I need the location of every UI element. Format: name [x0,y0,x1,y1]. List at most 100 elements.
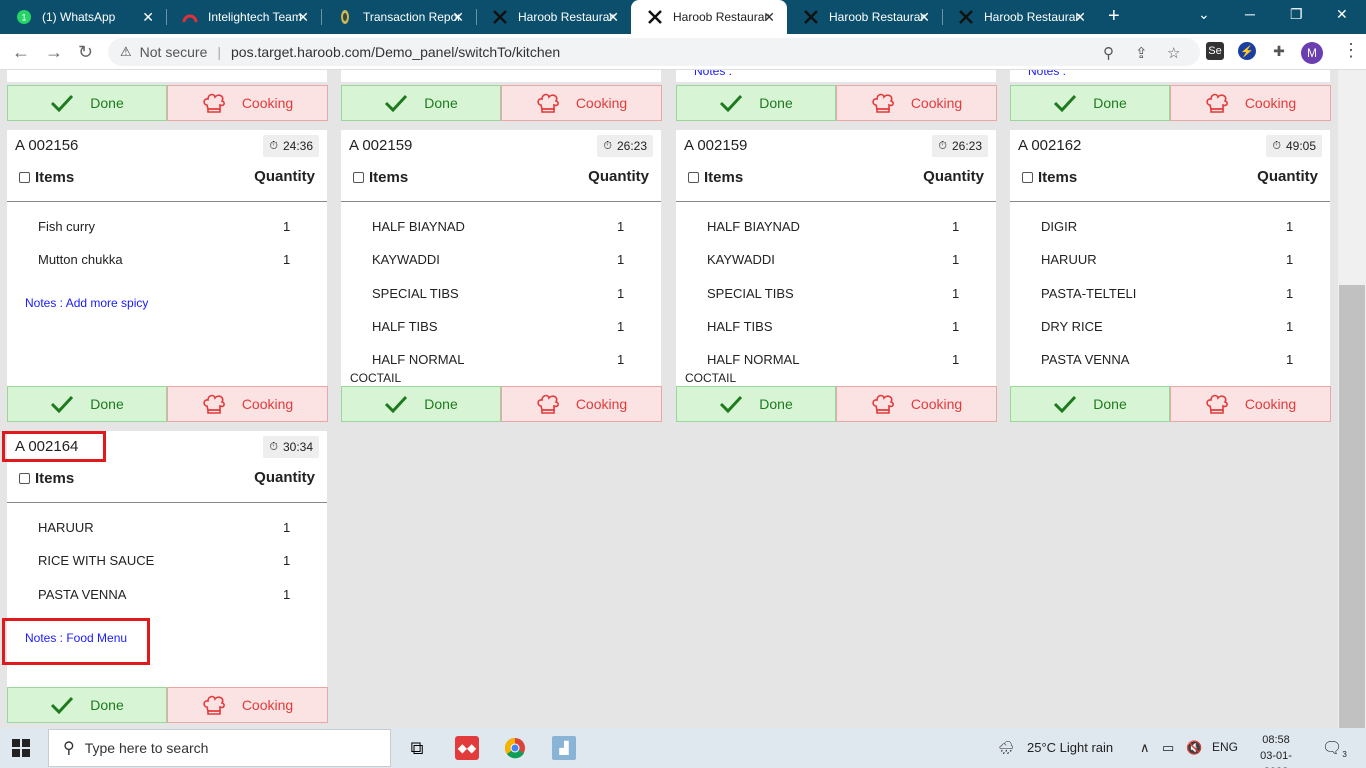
cooking-button[interactable]: Cooking [167,687,328,723]
done-button[interactable]: Done [676,85,836,121]
anydesk-icon[interactable]: ◆◆ [455,736,479,760]
cooking-button[interactable]: Cooking [1170,85,1331,121]
address-bar[interactable]: ⚠ Not secure | pos.target.haroob.com/Dem… [108,38,1200,66]
tab-haroob-3[interactable]: Haroob Restaurant ✕ [787,0,942,34]
app-icon[interactable]: ▟ [552,736,576,760]
show-hidden-icons-icon[interactable]: ∧ [1140,740,1150,756]
tab-haroob-1[interactable]: Haroob Restaurant ✕ [476,0,631,34]
close-window-icon[interactable]: ✕ [1336,6,1348,23]
selenium-extension-icon[interactable]: Se [1206,42,1224,60]
checkmark-icon [719,395,743,413]
select-all-checkbox[interactable] [19,473,30,484]
clock[interactable]: 08:58 03-01-2022 [1248,732,1304,768]
done-button[interactable]: Done [7,386,167,422]
done-label: Done [1093,396,1127,412]
select-all-checkbox[interactable] [353,172,364,183]
tab-haroob-4[interactable]: Haroob Restaurant ✕ [942,0,1098,34]
order-notes: Notes : Food Menu [25,631,128,645]
order-actions: Done Cooking [676,85,998,121]
select-all-checkbox[interactable] [688,172,699,183]
quantity-column-header: Quantity [254,168,315,185]
order-card-partial: Notes : Done Cooking [1010,70,1331,121]
back-icon[interactable]: ← [12,42,30,63]
close-tab-icon[interactable]: ✕ [142,9,154,26]
windows-taskbar: ⚲ Type here to search ⧉ ◆◆ ▟ 🌧 25°C Ligh… [0,728,1366,768]
language-indicator[interactable]: ENG [1212,740,1238,754]
minimize-icon[interactable]: ─ [1245,6,1255,22]
done-button[interactable]: Done [1010,386,1170,422]
restore-icon[interactable]: ❐ [1290,6,1303,23]
quantity-column-header: Quantity [1257,168,1318,185]
order-item: KAYWADDI 1 [372,252,625,267]
done-button[interactable]: Done [7,85,167,121]
order-item: PASTA-TELTELI 1 [1041,286,1294,301]
order-card: A 002159 ⏱ 26:23 Items Quantity HALF BIAY… [676,130,996,386]
weather-icon[interactable]: 🌧 [998,740,1015,756]
cooking-button[interactable]: Cooking [501,85,662,121]
browser-tab-strip: 1 (1) WhatsApp ✕ Intelightech Team ✕ Tra… [0,0,1366,34]
scrollbar-thumb[interactable] [1339,285,1365,728]
clock-date: 03-01-2022 [1260,750,1292,768]
order-actions: Done Cooking [341,386,663,422]
order-item: KAYWADDI 1 [707,252,960,267]
forward-icon[interactable]: → [45,42,63,63]
order-number: A 002159 [349,137,413,154]
notification-center-icon[interactable]: 🗨3 [1322,738,1347,759]
order-number: A 002162 [1018,137,1082,154]
cooking-button[interactable]: Cooking [836,85,997,121]
battery-icon[interactable]: ▭ [1162,740,1174,756]
tab-intelightech[interactable]: Intelightech Team ✕ [166,0,321,34]
done-button[interactable]: Done [341,85,501,121]
warning-icon[interactable]: ⚠ [120,44,132,60]
volume-muted-icon[interactable]: 🔇 [1186,740,1202,756]
url-text[interactable]: pos.target.haroob.com/Demo_panel/switchT… [231,44,560,60]
close-tab-icon[interactable]: ✕ [297,9,309,26]
cooking-button[interactable]: Cooking [167,85,328,121]
order-actions: Done Cooking [341,85,663,121]
cooking-button[interactable]: Cooking [167,386,328,422]
windows-start-icon[interactable] [12,739,30,762]
close-tab-icon[interactable]: ✕ [918,9,930,26]
select-all-checkbox[interactable] [1022,172,1033,183]
profile-avatar[interactable]: M [1301,42,1323,64]
chrome-icon[interactable] [503,736,527,760]
taskbar-search-box[interactable]: ⚲ Type here to search [48,729,391,767]
share-icon[interactable]: ⇪ [1135,44,1148,62]
order-actions: Done Cooking [676,386,998,422]
chef-hat-icon [1205,93,1229,113]
order-card-partial: Done Cooking [341,70,663,121]
done-label: Done [90,697,124,713]
tab-haroob-active[interactable]: Haroob Restaurant ✕ [631,0,787,34]
done-button[interactable]: Done [676,386,836,422]
cooking-button[interactable]: Cooking [836,386,997,422]
done-button[interactable]: Done [341,386,501,422]
tab-transaction-report[interactable]: Transaction Report ✕ [321,0,476,34]
order-card: A 002159 ⏱ 26:23 Items Quantity HALF BIAY… [341,130,661,386]
tab-title: Haroob Restaurant [518,10,614,24]
zoom-icon[interactable]: ⚲ [1103,44,1114,62]
tab-whatsapp[interactable]: 1 (1) WhatsApp ✕ [0,0,166,34]
reload-icon[interactable]: ↻ [78,42,93,63]
extensions-puzzle-icon[interactable]: ✚ [1270,42,1288,60]
cooking-button[interactable]: Cooking [501,386,662,422]
done-button[interactable]: Done [1010,85,1170,121]
bookmark-star-icon[interactable]: ☆ [1167,44,1180,62]
browser-toolbar: ← → ↻ ⚠ Not secure | pos.target.haroob.c… [0,34,1366,70]
extension-bolt-icon[interactable]: ⚡ [1238,42,1256,60]
weather-text[interactable]: 25°C Light rain [1027,740,1113,755]
browser-menu-icon[interactable]: ⋮ [1342,40,1360,61]
task-view-icon[interactable]: ⧉ [405,736,429,760]
close-tab-icon[interactable]: ✕ [1074,9,1086,26]
done-button[interactable]: Done [7,687,167,723]
close-tab-icon[interactable]: ✕ [763,9,775,26]
tab-search-icon[interactable]: ⌄ [1198,6,1210,23]
select-all-checkbox[interactable] [19,172,30,183]
haroob-icon [803,9,819,25]
stopwatch-icon: ⏱ [1272,139,1281,152]
close-tab-icon[interactable]: ✕ [452,9,464,26]
order-actions: Done Cooking [7,386,329,422]
cooking-button[interactable]: Cooking [1170,386,1331,422]
quantity-column-header: Quantity [254,469,315,486]
close-tab-icon[interactable]: ✕ [607,9,619,26]
new-tab-icon[interactable]: + [1108,5,1120,28]
